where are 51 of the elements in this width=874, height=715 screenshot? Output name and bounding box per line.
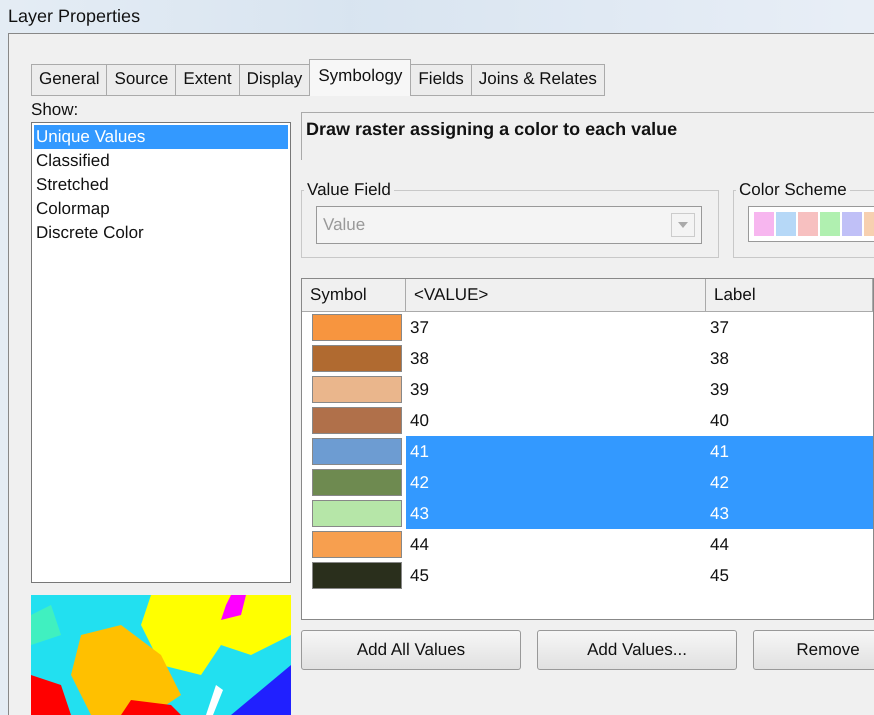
group-label: Value Field — [306, 180, 392, 200]
label-cell-text: 44 — [709, 534, 730, 556]
label-cell-text: 45 — [709, 564, 730, 586]
label-cell-text: 38 — [709, 348, 730, 370]
value-cell: 42 — [406, 467, 706, 498]
value-cell: 43 — [406, 498, 706, 529]
list-item[interactable]: Classified — [34, 149, 288, 173]
value-cell: 41 — [406, 436, 706, 467]
symbol-swatch[interactable] — [312, 345, 402, 372]
value-cell-text: 44 — [409, 534, 430, 556]
value-cell-text: 38 — [409, 348, 430, 370]
label-cell: 42 — [706, 467, 873, 498]
tab[interactable]: Fields — [410, 64, 472, 96]
value-cell-text: 45 — [409, 564, 430, 586]
show-label: Show: — [31, 100, 80, 120]
symbol-swatch[interactable] — [312, 376, 402, 403]
caret-icon — [671, 213, 695, 237]
tab[interactable]: General — [31, 64, 108, 96]
value-cell-text: 39 — [409, 378, 430, 400]
symbol-swatch[interactable] — [312, 314, 402, 341]
symbol-swatch[interactable] — [312, 469, 402, 496]
tab[interactable]: Symbology — [309, 59, 412, 96]
tab[interactable]: Source — [106, 64, 176, 96]
label-cell-text: 40 — [709, 410, 730, 432]
list-item[interactable]: Colormap — [34, 197, 288, 221]
label-cell-text: 39 — [709, 378, 730, 400]
label-cell-text: 37 — [709, 316, 730, 338]
tab[interactable]: Extent — [175, 64, 240, 96]
tab[interactable]: Joins & Relates — [470, 64, 605, 96]
value-cell-text: 37 — [409, 316, 430, 338]
symbol-swatch[interactable] — [312, 500, 402, 527]
action-button[interactable]: Remove — [753, 630, 874, 670]
symbol-swatch[interactable] — [312, 438, 402, 465]
color-ramp[interactable] — [748, 206, 874, 242]
tab[interactable]: Display — [238, 64, 310, 96]
column-header[interactable]: Symbol — [302, 279, 406, 311]
value-cell-text: 40 — [409, 410, 430, 432]
column-header[interactable]: Label — [706, 279, 873, 311]
renderer-heading: Draw raster assigning a color to each value — [301, 112, 874, 160]
window-title: Layer Properties — [8, 6, 140, 27]
symbol-swatch[interactable] — [312, 562, 402, 589]
label-cell: 43 — [706, 498, 873, 529]
symbol-swatch[interactable] — [312, 407, 402, 434]
action-button[interactable]: Add Values... — [537, 630, 737, 670]
column-header[interactable]: <VALUE> — [406, 279, 706, 311]
list-item[interactable]: Stretched — [34, 173, 288, 197]
symbol-swatch[interactable] — [312, 531, 402, 558]
list-item[interactable]: Discrete Color — [34, 221, 288, 245]
label-cell: 41 — [706, 436, 873, 467]
action-button[interactable]: Add All Values — [301, 630, 521, 670]
group-label: Color Scheme — [738, 180, 848, 200]
